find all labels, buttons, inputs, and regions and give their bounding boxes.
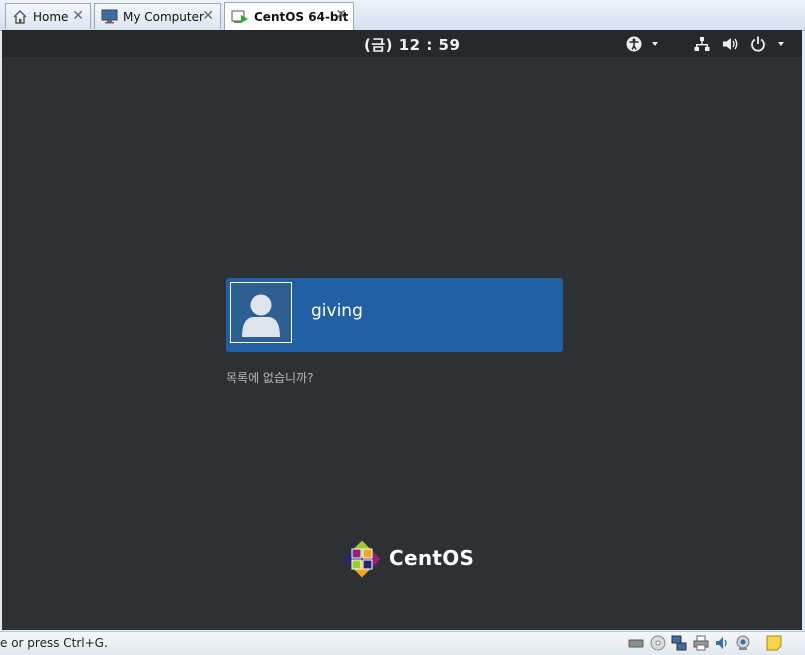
gnome-top-bar: (금) 12 : 59 — [2, 30, 802, 57]
avatar — [230, 282, 292, 343]
status-bar: e or press Ctrl+G. — [0, 631, 805, 654]
tab-label: My Computer — [123, 9, 204, 24]
sound-icon[interactable] — [714, 635, 730, 651]
user-avatar-icon — [242, 294, 280, 337]
centos-logo-text: CentOS — [389, 546, 475, 570]
accessibility-icon[interactable] — [626, 36, 660, 56]
volume-icon[interactable] — [722, 36, 740, 56]
clock[interactable]: (금) 12 : 59 — [364, 34, 460, 55]
cd-rom-icon[interactable] — [650, 635, 666, 651]
hard-disk-icon[interactable] — [628, 635, 644, 651]
home-icon — [12, 9, 28, 25]
tab-bar: Home ✕ My Computer ✕ CentOS 64-bit ✕ — [0, 0, 805, 31]
vm-screen[interactable]: (금) 12 : 59 giving 목록에 없습니까? CentOS — [2, 30, 802, 630]
user-list-item[interactable]: giving — [226, 278, 563, 352]
username: giving — [311, 301, 363, 321]
tab-centos[interactable]: CentOS 64-bit ✕ — [224, 2, 354, 30]
vm-running-icon — [231, 9, 249, 25]
computer-icon — [101, 9, 118, 24]
status-text: e or press Ctrl+G. — [0, 636, 108, 650]
tab-home[interactable]: Home ✕ — [5, 3, 91, 29]
tab-label: CentOS 64-bit — [254, 9, 349, 24]
close-icon[interactable]: ✕ — [72, 8, 84, 24]
network-adapter-icon[interactable] — [671, 635, 687, 651]
close-icon[interactable]: ✕ — [202, 8, 214, 24]
message-log-icon[interactable] — [766, 635, 782, 651]
centos-logo-icon — [340, 537, 384, 585]
tab-my-computer[interactable]: My Computer ✕ — [94, 3, 221, 29]
network-icon[interactable] — [694, 36, 710, 56]
close-icon[interactable]: ✕ — [335, 7, 347, 23]
printer-icon[interactable] — [693, 635, 709, 651]
tab-label: Home — [33, 9, 69, 24]
not-listed-link[interactable]: 목록에 없습니까? — [226, 369, 313, 386]
power-icon[interactable] — [750, 36, 792, 56]
webcam-icon[interactable] — [735, 635, 751, 651]
